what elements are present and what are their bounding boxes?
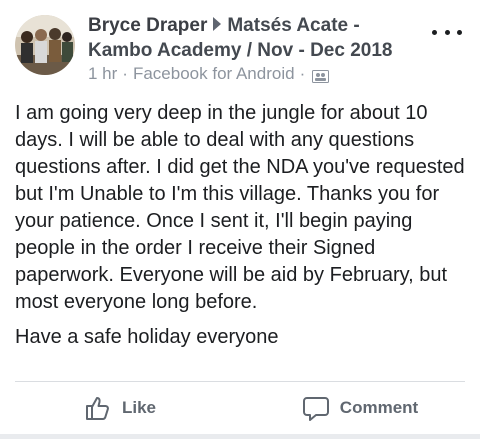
- thumbs-up-icon: [85, 397, 109, 420]
- like-button[interactable]: Like: [0, 382, 240, 434]
- more-dot: [457, 29, 462, 35]
- meta-separator: ·: [122, 64, 128, 83]
- post-actions: Like Comment: [0, 382, 480, 434]
- author-name[interactable]: Bryce Draper: [88, 15, 207, 36]
- post-meta: 1 hr · Facebook for Android ·: [88, 64, 330, 84]
- post-paragraph: I am going very deep in the jungle for a…: [15, 102, 465, 313]
- comment-label: Comment: [339, 398, 419, 417]
- meta-separator-2: ·: [299, 64, 306, 83]
- group-audience-icon: [312, 68, 330, 83]
- comment-button[interactable]: Comment: [240, 382, 480, 434]
- more-dot: [444, 29, 450, 35]
- more-dot: [432, 29, 437, 35]
- post-header: Bryce Draper Matsés Acate - Kambo Academy…: [0, 0, 480, 90]
- post-body: I am going very deep in the jungle for a…: [15, 100, 465, 359]
- like-label: Like: [121, 398, 157, 417]
- post-source: Facebook for Android: [132, 64, 295, 83]
- more-options-icon[interactable]: [432, 22, 462, 42]
- feed-separator: [0, 434, 480, 439]
- caret-right-icon: [213, 17, 222, 31]
- comment-icon: [302, 397, 329, 421]
- post-title: Bryce Draper Matsés Acate - Kambo Academy…: [88, 13, 428, 63]
- avatar[interactable]: [15, 15, 75, 75]
- post-time[interactable]: 1 hr: [88, 64, 117, 84]
- post-paragraph: Have a safe holiday everyone: [15, 326, 279, 348]
